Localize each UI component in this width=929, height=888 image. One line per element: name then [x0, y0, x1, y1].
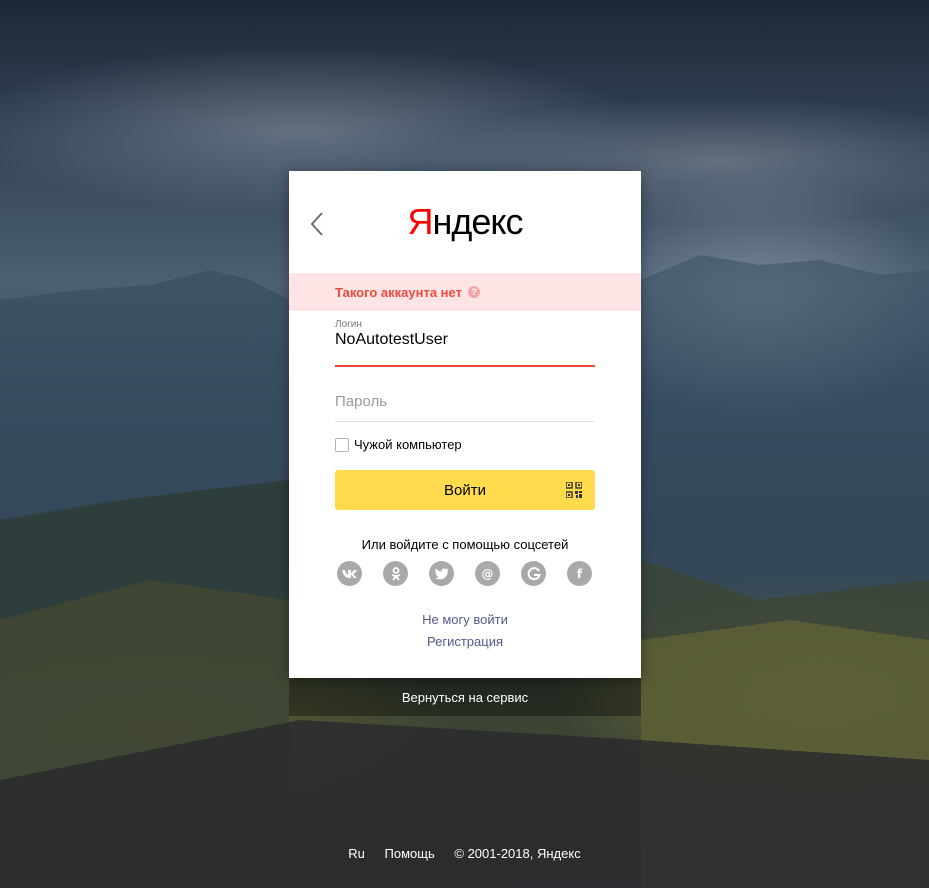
copyright: © 2001-2018, Яндекс: [454, 846, 581, 861]
password-field: [335, 385, 595, 422]
error-message: Такого аккаунта нет: [335, 284, 462, 300]
footer: Ru Помощь © 2001-2018, Яндекс: [0, 846, 929, 861]
odnoklassniki-icon[interactable]: [383, 561, 408, 586]
login-field: Логин: [335, 319, 595, 367]
password-input[interactable]: [335, 393, 595, 410]
login-label: Логин: [335, 319, 362, 330]
qr-code-icon[interactable]: [566, 482, 582, 498]
return-to-service-link[interactable]: Вернуться на сервис: [402, 690, 528, 705]
register-link[interactable]: Регистрация: [289, 634, 641, 649]
checkbox-label: Чужой компьютер: [354, 437, 462, 452]
login-card: Яндекс Такого аккаунта нет ? Логин Чужой…: [289, 171, 641, 678]
google-icon[interactable]: [521, 561, 546, 586]
foreign-computer-checkbox[interactable]: [335, 437, 349, 452]
logo-first-letter: Я: [407, 201, 433, 242]
login-button-label: Войти: [444, 481, 486, 499]
social-row: @ f: [337, 561, 613, 586]
yandex-logo: Яндекс: [289, 201, 641, 243]
login-input[interactable]: [335, 331, 595, 349]
vk-icon[interactable]: [337, 561, 362, 586]
auth-links: Не могу войти Регистрация: [289, 612, 641, 656]
help-link[interactable]: Помощь: [385, 846, 435, 861]
login-button[interactable]: Войти: [335, 470, 595, 510]
return-bar: Вернуться на сервис: [289, 678, 641, 716]
facebook-icon[interactable]: f: [567, 561, 592, 586]
cant-login-link[interactable]: Не могу войти: [289, 612, 641, 627]
foreign-computer-row[interactable]: Чужой компьютер: [335, 437, 462, 452]
language-switch[interactable]: Ru: [348, 846, 365, 861]
question-icon[interactable]: ?: [467, 286, 480, 298]
error-banner: Такого аккаунта нет ?: [289, 273, 641, 311]
social-title: Или войдите с помощью соцсетей: [361, 537, 569, 552]
mail-icon[interactable]: @: [475, 561, 500, 586]
logo-rest: ндекс: [432, 201, 523, 242]
twitter-icon[interactable]: [429, 561, 454, 586]
